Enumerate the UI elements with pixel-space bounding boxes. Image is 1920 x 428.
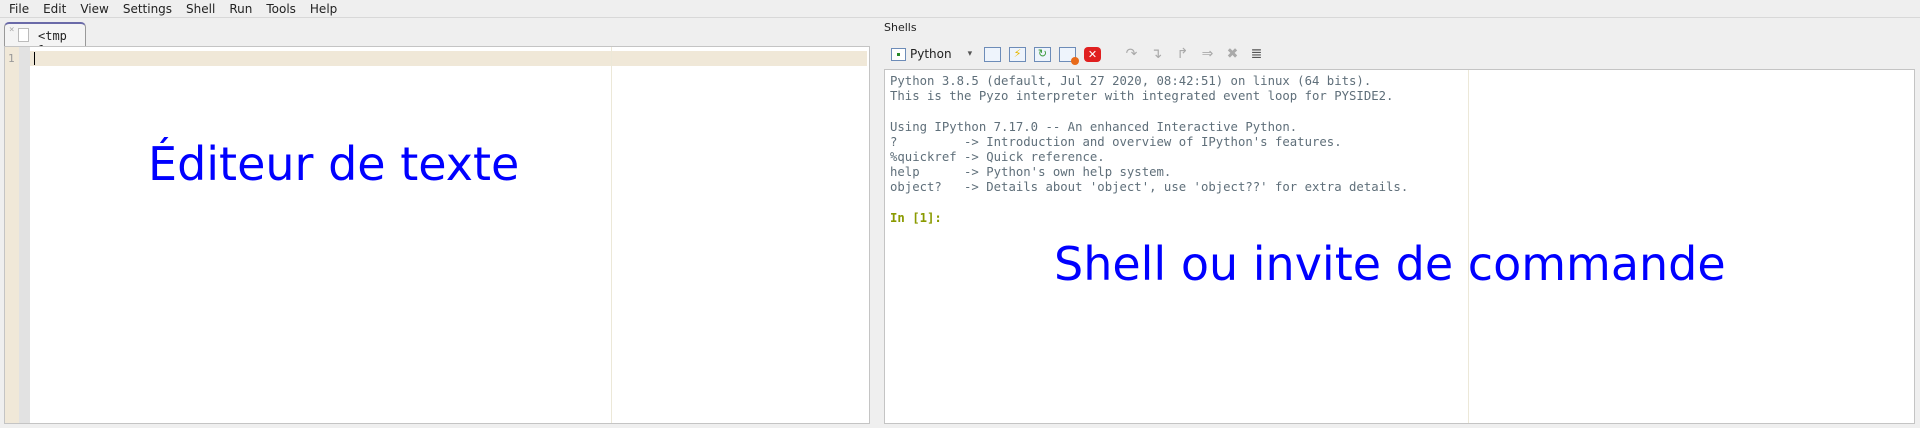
editor-tab[interactable]: × <tmp 1> xyxy=(4,22,86,57)
stack-icon[interactable]: ≣ xyxy=(1248,47,1265,62)
new-shell-icon[interactable] xyxy=(984,47,1001,62)
close-shell-icon[interactable]: ✕ xyxy=(1084,47,1101,62)
menu-file[interactable]: File xyxy=(9,2,29,16)
step-out-icon[interactable]: ⇒ xyxy=(1199,47,1216,62)
text-cursor xyxy=(34,52,35,65)
line-number-gutter xyxy=(5,47,19,423)
shell-prompt: In [1]: xyxy=(890,210,942,225)
step-over-icon[interactable]: ↴ xyxy=(1148,47,1165,62)
shell-annotation: Shell ou invite de commande xyxy=(1054,237,1726,291)
edge-column-guide xyxy=(611,47,612,423)
shells-panel-title: Shells xyxy=(884,21,917,34)
output-line: This is the Pyzo interpreter with integr… xyxy=(890,89,1394,104)
output-line: Using IPython 7.17.0 -- An enhanced Inte… xyxy=(890,119,1298,134)
output-line: object? -> Details about 'object', use '… xyxy=(890,180,1409,195)
debug-stop-icon[interactable]: ↷ xyxy=(1123,47,1140,62)
menu-run[interactable]: Run xyxy=(229,2,252,16)
interrupt-icon[interactable]: ⚡ xyxy=(1009,47,1026,62)
menu-settings[interactable]: Settings xyxy=(123,2,172,16)
shell-toolbar: Python ▾ ⚡ ↻ ✕ ↷ ↴ ↱ ⇒ ✖ ≣ xyxy=(884,45,1284,67)
shell-window-icon xyxy=(891,47,906,61)
menu-bar: File Edit View Settings Shell Run Tools … xyxy=(0,0,1920,18)
step-into-icon[interactable]: ↱ xyxy=(1174,47,1191,62)
menu-edit[interactable]: Edit xyxy=(43,2,66,16)
output-line: %quickref -> Quick reference. xyxy=(890,150,1105,165)
output-line: ? -> Introduction and overview of IPytho… xyxy=(890,134,1342,149)
debug-stop-all-icon[interactable]: ✖ xyxy=(1224,47,1241,62)
line-number: 1 xyxy=(8,52,15,65)
menu-shell[interactable]: Shell xyxy=(186,2,215,16)
editor-annotation: Éditeur de texte xyxy=(148,137,520,191)
shell-console[interactable]: Python 3.8.5 (default, Jul 27 2020, 08:4… xyxy=(884,69,1915,424)
shell-output: Python 3.8.5 (default, Jul 27 2020, 08:4… xyxy=(890,74,1408,226)
interpreter-name: Python xyxy=(910,47,952,61)
menu-help[interactable]: Help xyxy=(310,2,337,16)
interpreter-select[interactable]: Python ▾ xyxy=(891,47,972,61)
restart-icon[interactable]: ↻ xyxy=(1034,47,1051,62)
output-line: help -> Python's own help system. xyxy=(890,165,1172,180)
text-editor[interactable]: 1 Éditeur de texte xyxy=(4,46,870,424)
terminate-icon[interactable] xyxy=(1059,47,1079,65)
fold-margin xyxy=(19,47,30,423)
output-line: Python 3.8.5 (default, Jul 27 2020, 08:4… xyxy=(890,74,1372,88)
document-icon xyxy=(18,28,29,42)
chevron-down-icon: ▾ xyxy=(967,49,973,59)
close-tab-icon[interactable]: × xyxy=(9,25,14,35)
menu-tools[interactable]: Tools xyxy=(266,2,296,16)
current-line-highlight xyxy=(30,51,867,66)
menu-view[interactable]: View xyxy=(80,2,108,16)
